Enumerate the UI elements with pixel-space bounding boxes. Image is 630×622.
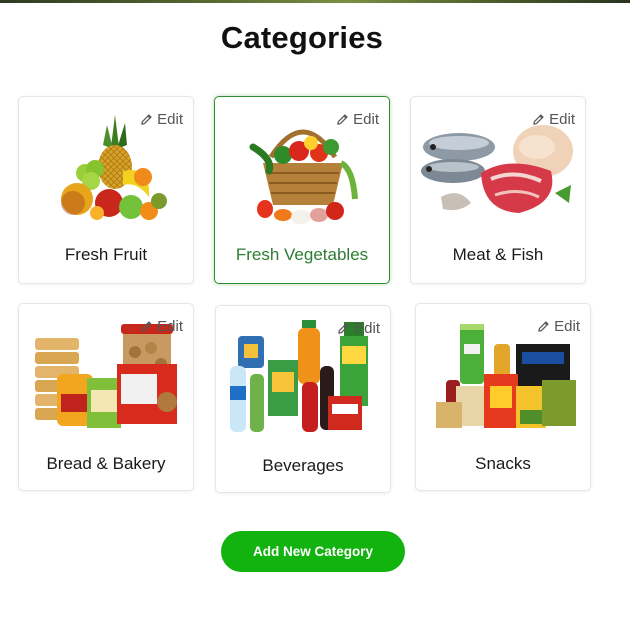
category-name: Fresh Fruit	[64, 245, 148, 264]
page-title: Categories	[220, 20, 384, 55]
category-card-bread-bakery[interactable]: Edit Bread & Bakery	[18, 303, 194, 491]
edit-button[interactable]: Edit	[532, 111, 575, 128]
category-name: Snacks	[475, 454, 531, 473]
category-name: Beverages	[262, 456, 344, 475]
pencil-icon	[141, 321, 152, 332]
category-card-beverages[interactable]: Edit Beverages	[215, 305, 391, 493]
edit-label: Edit	[554, 318, 580, 335]
edit-label: Edit	[354, 320, 380, 337]
pencil-icon	[533, 114, 544, 125]
pencil-icon	[538, 321, 549, 332]
category-card-snacks[interactable]: Edit Snacks	[415, 303, 591, 491]
edit-button[interactable]: Edit	[140, 111, 183, 128]
edit-button[interactable]: Edit	[537, 318, 580, 335]
edit-button[interactable]: Edit	[140, 318, 183, 335]
edit-button[interactable]: Edit	[337, 320, 380, 337]
category-card-meat-fish[interactable]: Edit Meat & Fish	[410, 96, 586, 284]
category-name: Meat & Fish	[452, 245, 544, 264]
header-background-strip	[0, 0, 630, 3]
add-new-category-button[interactable]: Add New Category	[221, 531, 405, 572]
category-name: Bread & Bakery	[46, 454, 166, 473]
pencil-icon	[141, 114, 152, 125]
category-card-fresh-fruit[interactable]: Edit Fresh Fruit	[18, 96, 194, 284]
pencil-icon	[337, 114, 348, 125]
edit-button[interactable]: Edit	[336, 111, 379, 128]
category-name: Fresh Vegetables	[235, 245, 369, 264]
edit-label: Edit	[157, 318, 183, 335]
edit-label: Edit	[353, 111, 379, 128]
edit-label: Edit	[549, 111, 575, 128]
pencil-icon	[338, 323, 349, 334]
edit-label: Edit	[157, 111, 183, 128]
category-card-fresh-vegetables[interactable]: Edit Fresh Vegetables	[214, 96, 390, 284]
